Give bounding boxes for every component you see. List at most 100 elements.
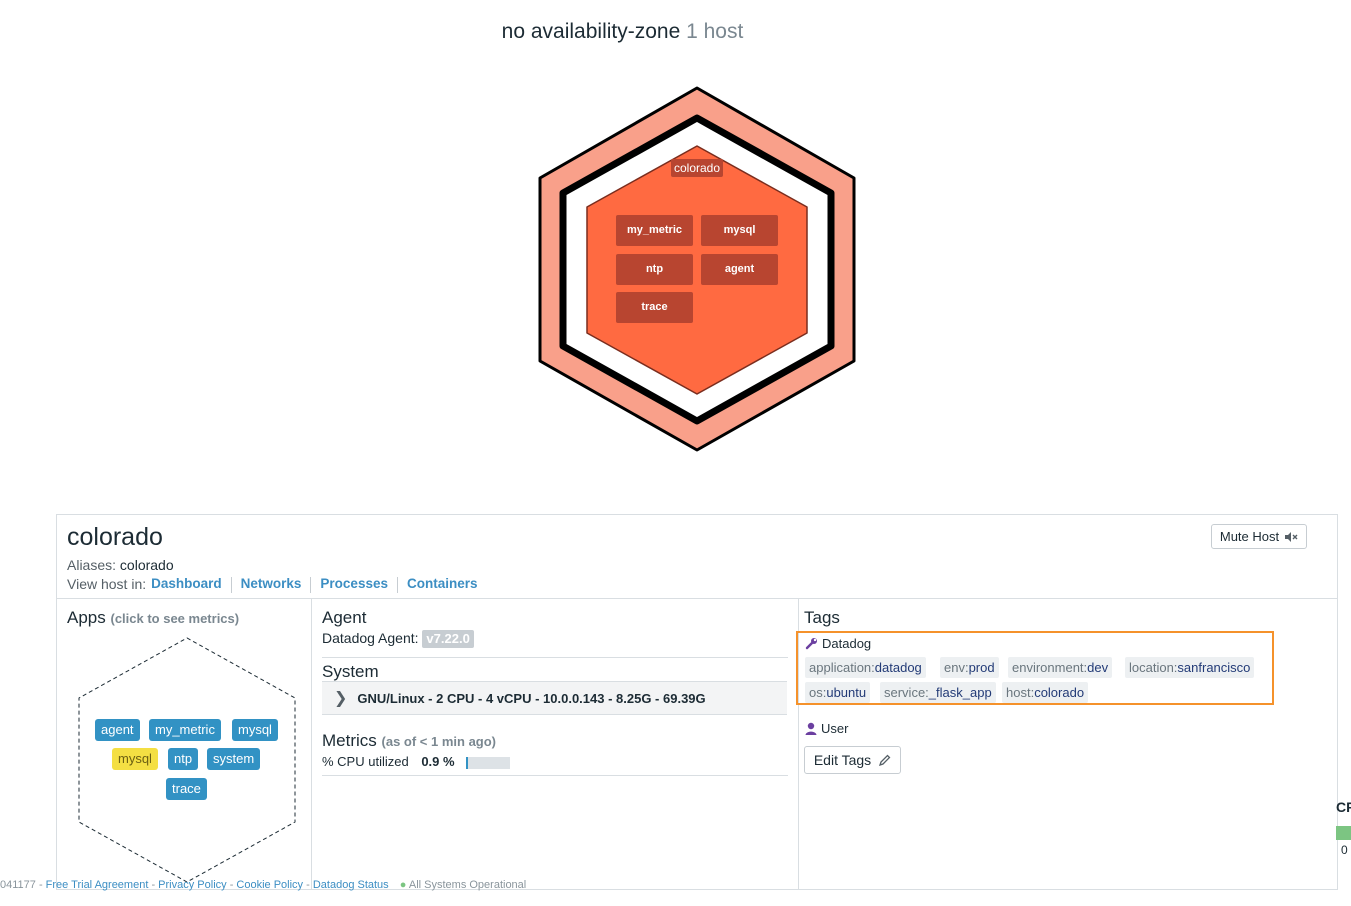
tags-title: Tags	[804, 608, 840, 627]
apps-section: Apps (click to see metrics) agent my_met…	[57, 599, 312, 889]
app-pill-trace[interactable]: trace	[166, 778, 207, 800]
hexmap-app-ntp[interactable]: ntp	[616, 254, 693, 285]
app-pill-mysql[interactable]: mysql	[232, 719, 278, 741]
tag-value: prod	[968, 660, 995, 675]
cpu-value: 0.9 %	[421, 754, 455, 769]
link-containers[interactable]: Containers	[407, 576, 478, 593]
cpu-usage-bar	[466, 756, 511, 769]
system-summary-row[interactable]: ❯ GNU/Linux - 2 CPU - 4 vCPU - 10.0.0.14…	[322, 681, 787, 715]
tag-key: os:	[809, 685, 827, 700]
cpu-label: % CPU utilized	[322, 754, 409, 769]
hexmap-app-agent[interactable]: agent	[701, 254, 778, 285]
hexmap-host-label[interactable]: colorado	[671, 159, 723, 177]
edit-tags-button[interactable]: Edit Tags	[804, 746, 901, 774]
hexmap-app-my-metric[interactable]: my_metric	[616, 215, 693, 246]
agent-version-badge: v7.22.0	[422, 630, 474, 648]
link-networks[interactable]: Networks	[241, 576, 302, 593]
agent-title: Agent	[322, 608, 367, 627]
tag-env[interactable]: env:prod	[940, 657, 999, 678]
footer-link-trial[interactable]: Free Trial Agreement	[46, 879, 149, 891]
app-pill-agent[interactable]: agent	[95, 719, 140, 741]
mute-host-label: Mute Host	[1219, 529, 1280, 544]
link-divider	[310, 577, 312, 593]
edit-tags-label: Edit Tags	[813, 752, 872, 768]
user-tags-header: User	[805, 721, 848, 736]
apps-subtitle: (click to see metrics)	[110, 611, 240, 626]
section-divider	[322, 657, 788, 658]
host-name: colorado	[67, 523, 163, 551]
user-icon	[805, 722, 817, 735]
app-pill-my-metric[interactable]: my_metric	[149, 719, 221, 741]
user-tags-label: User	[821, 721, 849, 736]
tag-value: ubuntu	[826, 685, 867, 700]
tag-key: env:	[944, 660, 969, 675]
tag-service[interactable]: service:_flask_app	[880, 682, 996, 703]
datadog-tags-header: Datadog	[805, 636, 871, 651]
link-dashboard[interactable]: Dashboard	[151, 576, 222, 593]
tag-key: service:	[884, 685, 929, 700]
footer-prefix: 041177 -	[0, 879, 43, 891]
apps-title: Apps (click to see metrics)	[67, 608, 239, 628]
metrics-title: Metrics (as of < 1 min ago)	[322, 731, 496, 751]
app-pill-ntp[interactable]: ntp	[168, 748, 199, 770]
tag-value: dev	[1087, 660, 1109, 675]
host-detail-panel: colorado Aliases: colorado View host in:…	[56, 514, 1338, 890]
aliases-value: colorado	[119, 557, 174, 573]
mute-host-button[interactable]: Mute Host	[1211, 524, 1307, 549]
datadog-tags-label: Datadog	[822, 636, 872, 651]
zone-title: no availability-zone 1 host	[0, 20, 1245, 44]
metrics-subtitle: (as of < 1 min ago)	[381, 734, 497, 749]
tags-section: Tags Datadog application:datadog env:pro…	[796, 599, 1337, 889]
host-info-section: Agent Datadog Agent: v7.22.0 System ❯ GN…	[312, 599, 799, 889]
footer-status: All Systems Operational	[408, 879, 527, 891]
tag-value: sanfrancisco	[1177, 660, 1251, 675]
link-divider	[230, 577, 232, 593]
agent-row: Datadog Agent: v7.22.0	[322, 630, 474, 648]
page-footer: 041177 - Free Trial Agreement - Privacy …	[0, 879, 527, 891]
section-divider	[322, 775, 788, 776]
agent-label: Datadog Agent:	[322, 630, 419, 646]
footer-link-status[interactable]: Datadog Status	[313, 879, 389, 891]
cutoff-value: 0	[1341, 843, 1348, 857]
tag-value: _flask_app	[928, 685, 992, 700]
chevron-right-icon: ❯	[334, 690, 348, 707]
zone-name: no availability-zone	[501, 20, 681, 43]
host-aliases: Aliases: colorado	[67, 557, 174, 573]
cutoff-header: CP	[1336, 799, 1351, 815]
host-hexagon[interactable]	[535, 85, 859, 453]
apps-title-text: Apps	[67, 608, 106, 627]
aliases-label: Aliases:	[67, 557, 117, 573]
tag-location[interactable]: location:sanfrancisco	[1125, 657, 1255, 678]
zone-host-count: 1 host	[686, 20, 744, 43]
tag-value: colorado	[1034, 685, 1085, 700]
status-dot-icon: ●	[399, 879, 407, 891]
cpu-usage-fill	[466, 756, 469, 769]
footer-link-cookie[interactable]: Cookie Policy	[236, 879, 303, 891]
cpu-metric-row[interactable]: % CPU utilized 0.9 %	[322, 754, 511, 769]
view-in-label: View host in:	[67, 576, 147, 592]
speaker-muted-icon	[1285, 531, 1298, 542]
tag-os[interactable]: os:ubuntu	[805, 682, 871, 703]
tag-host[interactable]: host:colorado	[1002, 682, 1089, 703]
tag-key: location:	[1129, 660, 1178, 675]
metrics-title-text: Metrics	[322, 731, 377, 750]
app-pill-system[interactable]: system	[207, 748, 261, 770]
tag-key: environment:	[1012, 660, 1088, 675]
tag-key: application:	[809, 660, 875, 675]
app-pill-mysql-highlighted[interactable]: mysql	[112, 748, 158, 770]
footer-link-privacy[interactable]: Privacy Policy	[158, 879, 226, 891]
link-processes[interactable]: Processes	[320, 576, 388, 593]
system-summary: GNU/Linux - 2 CPU - 4 vCPU - 10.0.0.143 …	[357, 690, 706, 706]
wrench-icon	[805, 638, 817, 650]
tag-value: datadog	[874, 660, 922, 675]
host-hexagon-graphic	[538, 86, 856, 452]
hexmap-app-trace[interactable]: trace	[616, 292, 693, 323]
tag-key: host:	[1006, 685, 1035, 700]
pencil-icon	[879, 754, 891, 766]
tag-environment[interactable]: environment:dev	[1008, 657, 1113, 678]
hexmap-app-mysql[interactable]: mysql	[701, 215, 778, 246]
link-divider	[396, 577, 398, 593]
system-title: System	[322, 662, 379, 681]
view-host-in: View host in: Dashboard Networks Process…	[67, 576, 478, 593]
tag-application[interactable]: application:datadog	[805, 657, 926, 678]
